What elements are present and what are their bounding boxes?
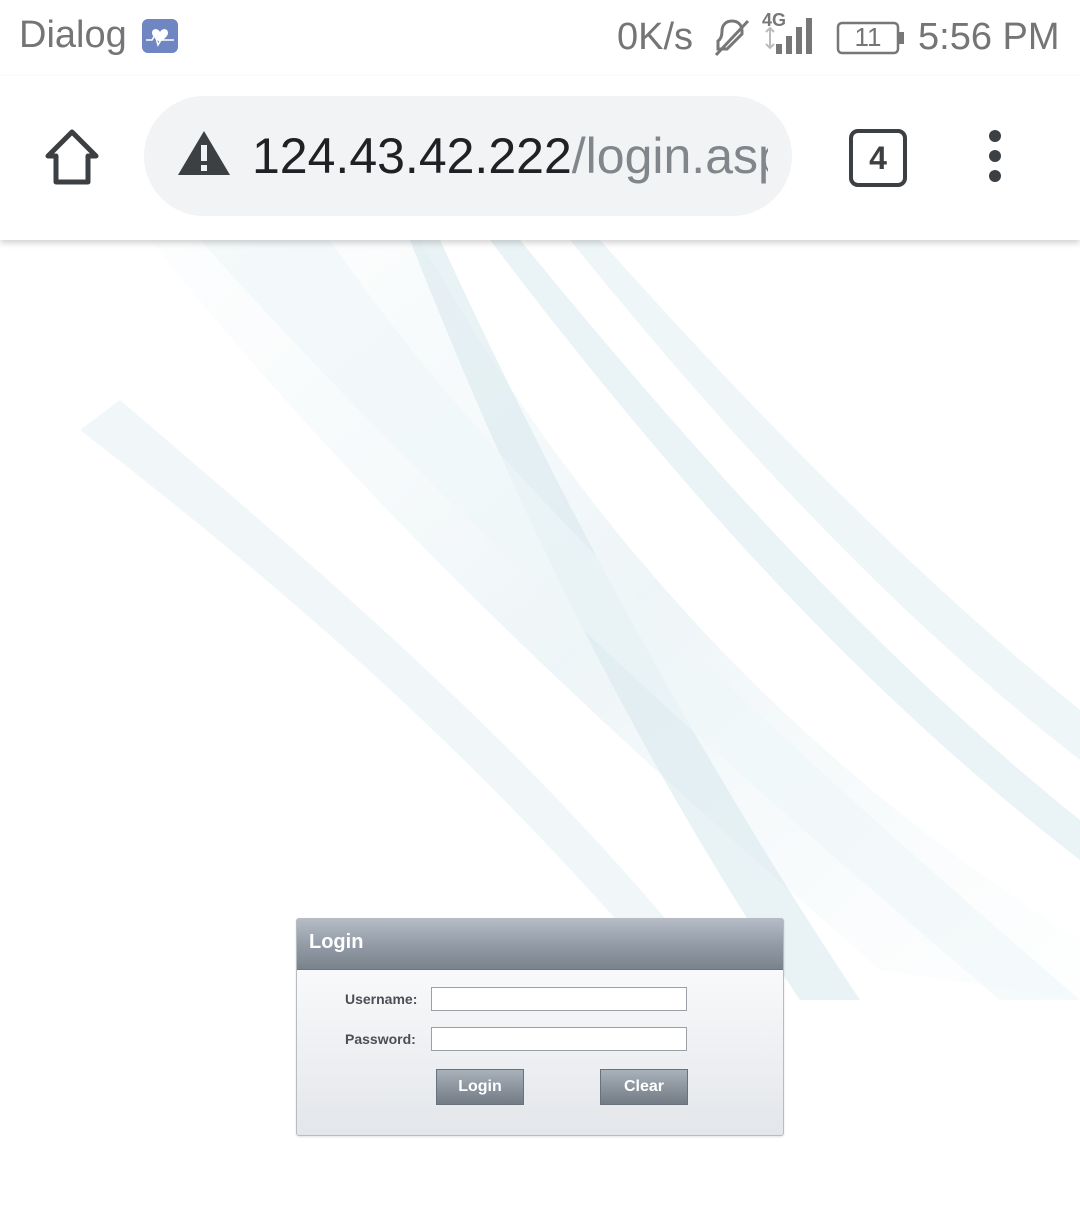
login-panel: Login Username: Password: Login Clear — [296, 918, 784, 1136]
network-type-label: 4G — [762, 10, 786, 30]
home-icon — [45, 129, 99, 185]
menu-icon — [989, 130, 1001, 182]
signal-icon: 4G — [762, 10, 822, 56]
network-speed: 0K/s — [617, 16, 694, 58]
tabs-button[interactable]: 4 — [849, 129, 907, 187]
url-host: 124.43.42.222 — [252, 128, 572, 184]
battery-level: 11 — [854, 22, 882, 52]
url-bar[interactable]: 124.43.42.222/login.asp — [144, 96, 792, 216]
login-button[interactable]: Login — [436, 1069, 524, 1105]
url-path: /login.asp — [571, 128, 768, 184]
health-icon — [142, 19, 178, 53]
url-text[interactable]: 124.43.42.222/login.asp — [252, 124, 768, 188]
carrier-name: Dialog — [19, 14, 127, 56]
mute-icon — [712, 17, 752, 57]
web-page: Login Username: Password: Login Clear — [0, 240, 1080, 1228]
home-button[interactable] — [38, 128, 106, 188]
browser-toolbar: 124.43.42.222/login.asp 4 — [0, 76, 1080, 240]
username-label: Username: — [345, 991, 418, 1007]
background-waves — [80, 240, 1080, 1000]
password-label: Password: — [345, 1031, 416, 1047]
clear-button[interactable]: Clear — [600, 1069, 688, 1105]
status-bar: Dialog 0K/s 4G 11 5:56 PM — [0, 0, 1080, 76]
login-header: Login — [297, 919, 783, 970]
login-title: Login — [309, 931, 364, 953]
menu-button[interactable] — [972, 130, 1018, 182]
username-input[interactable] — [431, 987, 687, 1011]
password-input[interactable] — [431, 1027, 687, 1051]
clock: 5:56 PM — [918, 16, 1060, 58]
warning-icon[interactable] — [176, 128, 232, 178]
